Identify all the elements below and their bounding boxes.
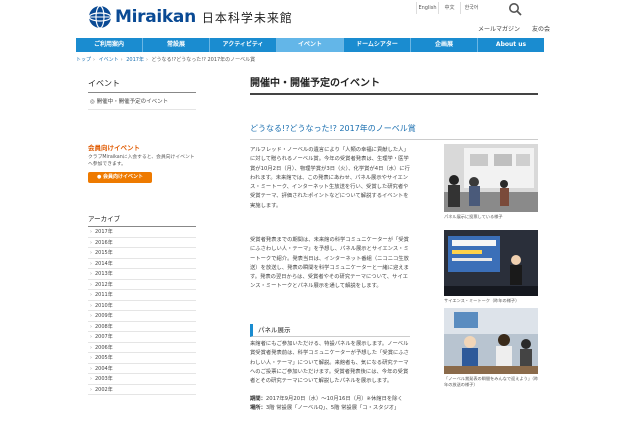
- archive-item[interactable]: 2011年: [88, 290, 196, 301]
- archive-item[interactable]: 2006年: [88, 343, 196, 354]
- language-switcher: English 中文 한국어: [416, 2, 482, 14]
- breadcrumb-top[interactable]: トップ: [76, 57, 91, 63]
- archive-item[interactable]: 2016年: [88, 238, 196, 249]
- mail-magazine-link[interactable]: メールマガジン: [478, 24, 520, 33]
- place-label: 場所：: [250, 405, 266, 412]
- archive-item[interactable]: 2015年: [88, 248, 196, 259]
- archive-item[interactable]: 2007年: [88, 332, 196, 343]
- archive-item[interactable]: 2008年: [88, 322, 196, 333]
- sidebar: イベント ◎ 開催中・開催予定のイベント 会員向けイベント クラブMiraika…: [88, 78, 196, 396]
- friends-club-link[interactable]: 友の会: [532, 24, 550, 33]
- logo-jp: 日本科学未来館: [201, 10, 293, 25]
- archive-item[interactable]: 2004年: [88, 364, 196, 375]
- nav-item-guide[interactable]: ご利用案内: [76, 38, 143, 52]
- lang-english[interactable]: English: [416, 2, 438, 14]
- archive-item[interactable]: 2010年: [88, 301, 196, 312]
- archive-item[interactable]: 2012年: [88, 280, 196, 291]
- sidebar-link-label: 開催中・開催予定のイベント: [96, 99, 169, 105]
- main-content: 開催中・開催予定のイベント どうなる!?どうなった!? 2017年のノーベル賞 …: [250, 74, 538, 411]
- photo-broadcast: [444, 308, 538, 374]
- member-box: 会員向けイベント クラブMiraikanに入会すると、会員向けイベントへ参加でき…: [88, 142, 196, 184]
- sidebar-title: イベント: [88, 78, 196, 93]
- section-heading-panel: パネル展示: [250, 324, 410, 337]
- member-desc: クラブMiraikanに入会すると、会員向けイベントへ参加できます。: [88, 155, 195, 168]
- archive-item[interactable]: 2014年: [88, 259, 196, 270]
- caption-3: 「ノーベル賞発表の瞬間をみんなで迎えよう」（昨年の放送の様子）: [444, 376, 539, 387]
- schedule-paragraph: 受賞者発表までの期間は、未来館の科学コミュニケーターが「受賞にふさわしい人・テー…: [250, 237, 409, 290]
- member-events-button[interactable]: ● 会員向けイベント: [88, 172, 152, 184]
- archive-item[interactable]: 2002年: [88, 385, 196, 396]
- nav-item-dome[interactable]: ドームシアター: [344, 38, 411, 52]
- event-title: どうなる!?どうなった!? 2017年のノーベル賞: [250, 123, 538, 140]
- archive-item[interactable]: 2013年: [88, 269, 196, 280]
- nav-item-events[interactable]: イベント: [277, 38, 344, 52]
- member-title: 会員向けイベント: [88, 144, 140, 152]
- intro-paragraph: アルフレッド・ノーベルの遺言により「人類の幸福に貢献した人」に対して贈られるノー…: [250, 147, 410, 209]
- lang-korean[interactable]: 한국어: [460, 2, 482, 14]
- member-button-label: 会員向けイベント: [103, 174, 144, 181]
- globe-logo-icon: [88, 5, 112, 29]
- site-header: Miraikan 日本科学未来館 English 中文 한국어 メールマガジン …: [0, 0, 640, 36]
- search-icon[interactable]: [508, 2, 522, 16]
- breadcrumb-year[interactable]: 2017年: [126, 57, 144, 63]
- lang-chinese[interactable]: 中文: [438, 2, 460, 14]
- archive-title: アーカイブ: [88, 213, 196, 228]
- page-title: 開催中・開催予定のイベント: [250, 74, 538, 95]
- date-label: 期間：: [250, 396, 266, 402]
- archive-item[interactable]: 2017年: [88, 227, 196, 238]
- sidebar-link-current-events[interactable]: ◎ 開催中・開催予定のイベント: [88, 93, 196, 110]
- event-details: 期間：2017年9月20日（水）〜10月16日（月）※休館日を除く 場所：3階 …: [250, 395, 420, 414]
- logo-text: Miraikan: [115, 7, 196, 27]
- nav-item-about[interactable]: About us: [478, 38, 544, 52]
- archive-item[interactable]: 2005年: [88, 353, 196, 364]
- place-value: 3階 常設展「ノーベルQ」、5階 常設展「コ・スタジオ」: [265, 405, 400, 412]
- nav-item-permanent[interactable]: 常設展: [143, 38, 210, 52]
- archive-list: 2017年2016年2015年2014年2013年2012年2011年2010年…: [88, 227, 196, 396]
- nav-item-special[interactable]: 企画展: [411, 38, 478, 52]
- breadcrumb-current: どうなる!?どうなった!? 2017年のノーベル賞: [151, 57, 256, 63]
- sub-links: メールマガジン 友の会: [478, 24, 550, 33]
- caption-2: サイエンス・ミートーク（昨年の様子）: [444, 298, 520, 303]
- panel-paragraph: 来館者にもご参加いただける、特設パネルを展示します。ノーベル賞受賞者発表前は、科…: [250, 341, 409, 385]
- nav-item-activity[interactable]: アクティビティ: [210, 38, 277, 52]
- photo-panel-voting: [444, 144, 538, 212]
- photo-science-talk: [444, 230, 538, 296]
- breadcrumb: トップ › イベント › 2017年 › どうなる!?どうなった!? 2017年のノー…: [76, 57, 256, 63]
- archive-item[interactable]: 2003年: [88, 374, 196, 385]
- date-value: 2017年9月20日（水）〜10月16日（月）※休館日を除く: [265, 396, 403, 402]
- archive-item[interactable]: 2009年: [88, 311, 196, 322]
- main-nav: ご利用案内 常設展 アクティビティ イベント ドームシアター 企画展 About…: [76, 38, 544, 52]
- site-logo[interactable]: Miraikan 日本科学未来館: [88, 5, 293, 29]
- caption-1: パネル展示に投票している様子: [444, 214, 503, 219]
- breadcrumb-events[interactable]: イベント: [99, 57, 119, 63]
